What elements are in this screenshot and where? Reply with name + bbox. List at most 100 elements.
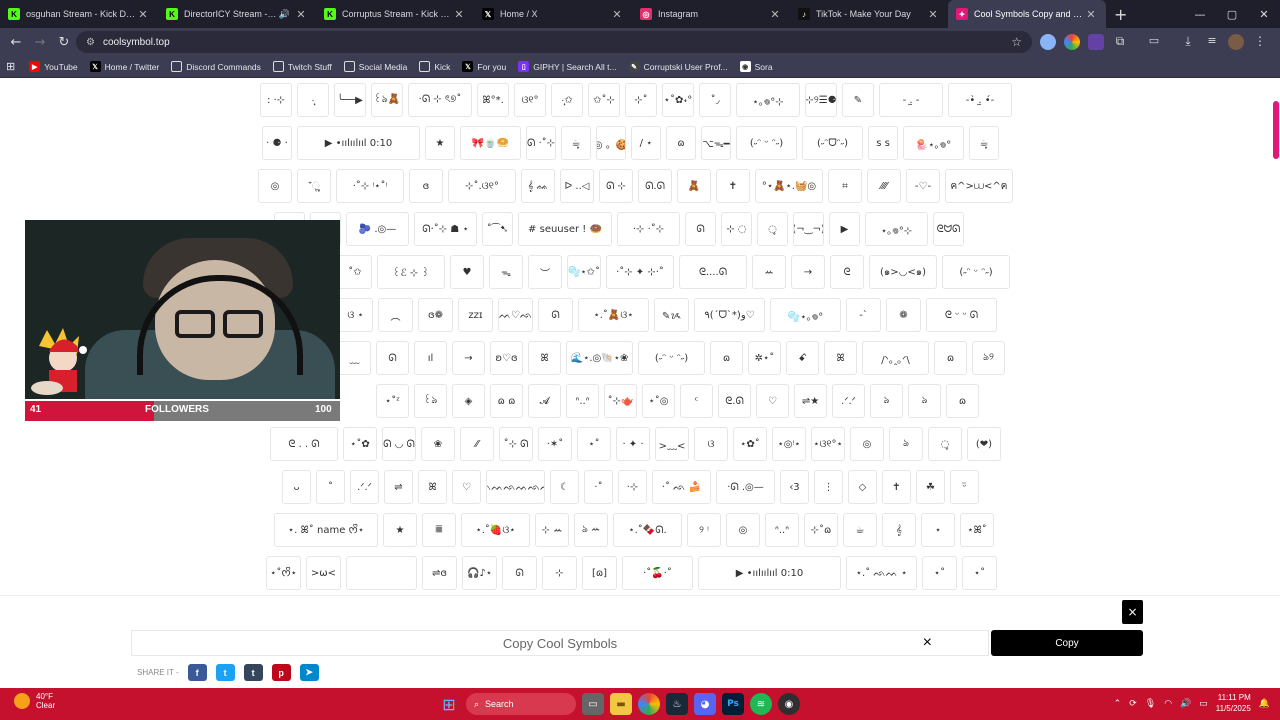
symbol-button[interactable]: ᘏ [538, 298, 573, 332]
symbol-button[interactable]: ⋆. ꕤ˚ name ᰔᩚ⋆ [274, 513, 378, 547]
symbol-button[interactable]: ɞ [409, 169, 443, 203]
symbol-button[interactable]: (˶ᵔᗜᵔ˶) [802, 126, 863, 160]
symbol-button[interactable]: 🫐 .◎— [346, 212, 409, 246]
symbol-button[interactable]: 𝄞 ᨐ [521, 169, 555, 203]
symbol-button[interactable]: ଓ୧° [514, 83, 546, 117]
battery-icon[interactable]: ▭ [1199, 698, 1208, 709]
minimize-icon[interactable]: — [1184, 8, 1216, 21]
bookmark-item[interactable]: 𝕏 Home / Twitter [89, 61, 159, 72]
symbol-button[interactable]: ⋮ [814, 470, 843, 504]
browser-tab[interactable]: 𝕏 Home / X ✕ [474, 0, 632, 28]
chrome-icon[interactable] [638, 693, 660, 715]
symbol-button[interactable]: ⇌ɞ [422, 556, 457, 590]
bookmark-item[interactable]: Kick [419, 61, 450, 72]
tab-close-icon[interactable]: ✕ [1084, 8, 1098, 21]
symbol-button[interactable]: ❀ [421, 427, 455, 461]
symbol-button[interactable]: ꕤ [528, 341, 561, 375]
symbol-button[interactable]: ·˚⊹ ᵎ⋆˚ᵎ [336, 169, 404, 203]
symbol-button[interactable]: ɷ [666, 126, 696, 160]
symbol-button[interactable]: 🎧♪⋆ [462, 556, 497, 590]
symbol-button[interactable]: ⋆.˚🧸ଓ⋆ [578, 298, 649, 332]
symbol-button[interactable]: ᘏ·˚⊹ ☗ ⋆ [414, 212, 477, 246]
page-scrollbar[interactable] [1273, 101, 1279, 159]
tab-close-icon[interactable]: ✕ [294, 8, 308, 21]
symbol-button[interactable]: (❤) [967, 427, 1001, 461]
discord-icon[interactable]: ◕ [694, 693, 716, 715]
symbol-button[interactable]: ☾ [550, 470, 579, 504]
clock[interactable]: 11:11 PM 11/5/2025 [1216, 692, 1251, 714]
symbol-button[interactable]: >﹏< [655, 427, 689, 461]
symbol-button[interactable]: ☕ [843, 513, 877, 547]
symbol-button[interactable]: ⋆˚✿ [343, 427, 377, 461]
symbol-button[interactable]: ·˚ [584, 470, 613, 504]
twitter-share-icon[interactable]: t [215, 664, 235, 681]
symbol-button[interactable]: → [452, 341, 485, 375]
symbol-button[interactable]: ꜱ ꜱ [868, 126, 898, 160]
symbol-button[interactable] [346, 556, 417, 590]
apps-grid-icon[interactable]: ⊞ [6, 60, 15, 73]
symbol-button[interactable]: 🪼⋆｡𖦹° [903, 126, 964, 160]
symbol-button[interactable]: ◈ [452, 384, 485, 418]
windows-start-icon[interactable]: ⊞ [438, 693, 460, 715]
symbol-button[interactable]: ·̩͙✩ [551, 83, 583, 117]
chevron-up-icon[interactable]: ⌃ [1114, 698, 1122, 709]
symbol-button[interactable]: ɞ❁ [418, 298, 453, 332]
telegram-share-icon[interactable]: ➤ [299, 664, 319, 681]
url-bar[interactable]: ⚙ coolsymbol.top ☆ [76, 31, 1032, 53]
symbol-button[interactable]: ⋆˚◎ [642, 384, 675, 418]
symbol-button[interactable]: ⋆.˚ ᨒᨓ ⋆ [846, 556, 917, 590]
tab-close-icon[interactable]: ✕ [136, 8, 150, 21]
symbol-button[interactable]: ◌̥ [757, 212, 788, 246]
photoshop-icon[interactable]: Ps [722, 693, 744, 715]
symbol-button[interactable]: ✝ [716, 169, 750, 203]
bookmark-item[interactable]: ▯ GIPHY | Search All t... [518, 61, 617, 72]
symbol-button[interactable]: ᘓ ᵕ ᵕ ᘏ [926, 298, 997, 332]
symbol-button[interactable]: ঌ [908, 384, 941, 418]
symbol-button[interactable]: ⋆˚ [922, 556, 957, 590]
symbol-button[interactable]: ᨒᨓᨒᨓᨒᨓ [486, 470, 545, 504]
symbol-button[interactable]: ଓ [694, 427, 728, 461]
browser-tab[interactable]: ♪ TikTok - Make Your Day ✕ [790, 0, 948, 28]
copy-symbols-input[interactable]: Copy Cool Symbols × [131, 630, 989, 656]
symbol-button[interactable]: ·ᘏ ⊹ ৎ୭˚ [408, 83, 472, 117]
symbol-button[interactable]: >ω< [306, 556, 341, 590]
symbol-button[interactable]: ⁄⁄ [460, 427, 494, 461]
bookmark-item[interactable]: 𝕏 For you [462, 61, 506, 72]
symbol-button[interactable]: ᘏ [502, 556, 537, 590]
spotify-icon[interactable]: ≋ [750, 693, 772, 715]
close-panel-button[interactable]: × [1122, 600, 1143, 624]
bookmark-item[interactable]: ▶ YouTube [29, 61, 78, 72]
symbol-button[interactable]: ◇ [848, 470, 877, 504]
symbol-button[interactable]: - .̫ - [879, 83, 943, 117]
symbol-button[interactable]: ꒰ঌ [414, 384, 447, 418]
symbol-button[interactable]: ᘓ.ᘏ [718, 384, 751, 418]
browser-tab[interactable]: Kosguhan Stream - Kick Dashbo...✕ [0, 0, 158, 28]
sync-icon[interactable]: ⟳ [1129, 698, 1137, 709]
symbol-button[interactable]: ╰──▶ [334, 83, 366, 117]
symbol-button[interactable]: ︶ [528, 255, 562, 289]
symbol-button[interactable]: ᐅ ..◁ [560, 169, 594, 203]
notification-icon[interactable]: 🔔 [1259, 698, 1270, 709]
pinterest-share-icon[interactable]: p [271, 664, 291, 681]
clear-input-icon[interactable]: × [923, 634, 932, 652]
symbol-button[interactable]: ᘏ [685, 212, 716, 246]
symbol-button[interactable]: ʚ♡ɞ [490, 341, 523, 375]
symbol-button[interactable]: ⋆˚ᰔᩚ⋆ [266, 556, 301, 590]
media-icon[interactable]: ≡ [1204, 34, 1220, 50]
symbol-button[interactable]: ⋆｡𖦹°⊹ [736, 83, 800, 117]
symbol-button[interactable]: ▶ •ıılıılııl 0:10 [297, 126, 420, 160]
symbol-button[interactable]: ⋆◎ᵎ⋆ [772, 427, 806, 461]
symbol-button[interactable]: ·˚⊹ ✦ ⊹·˚ [606, 255, 674, 289]
symbol-button[interactable]: ঌ ꕀ [574, 513, 608, 547]
symbol-button[interactable]: ‹3 [780, 470, 809, 504]
symbol-button[interactable]: ˚◞ [699, 83, 731, 117]
bookmark-item[interactable]: Twitch Stuff [272, 61, 332, 72]
symbol-button[interactable]: / ⋆ [631, 126, 661, 160]
symbol-button[interactable]: ⌗ [828, 169, 862, 203]
symbol-button[interactable]: (˶ᵔ ᵕ ᵔ˶) [942, 255, 1010, 289]
symbol-button[interactable]: /ᐠ｡ꞈ｡ᐟ\ [862, 341, 929, 375]
symbol-button[interactable]: ◎ 。🍪 [596, 126, 626, 160]
symbol-button[interactable]: -ˋ [846, 298, 881, 332]
symbol-button[interactable]: # seuuser ! 🍩 [518, 212, 612, 246]
symbol-button[interactable]: ☕̥ [561, 126, 591, 160]
